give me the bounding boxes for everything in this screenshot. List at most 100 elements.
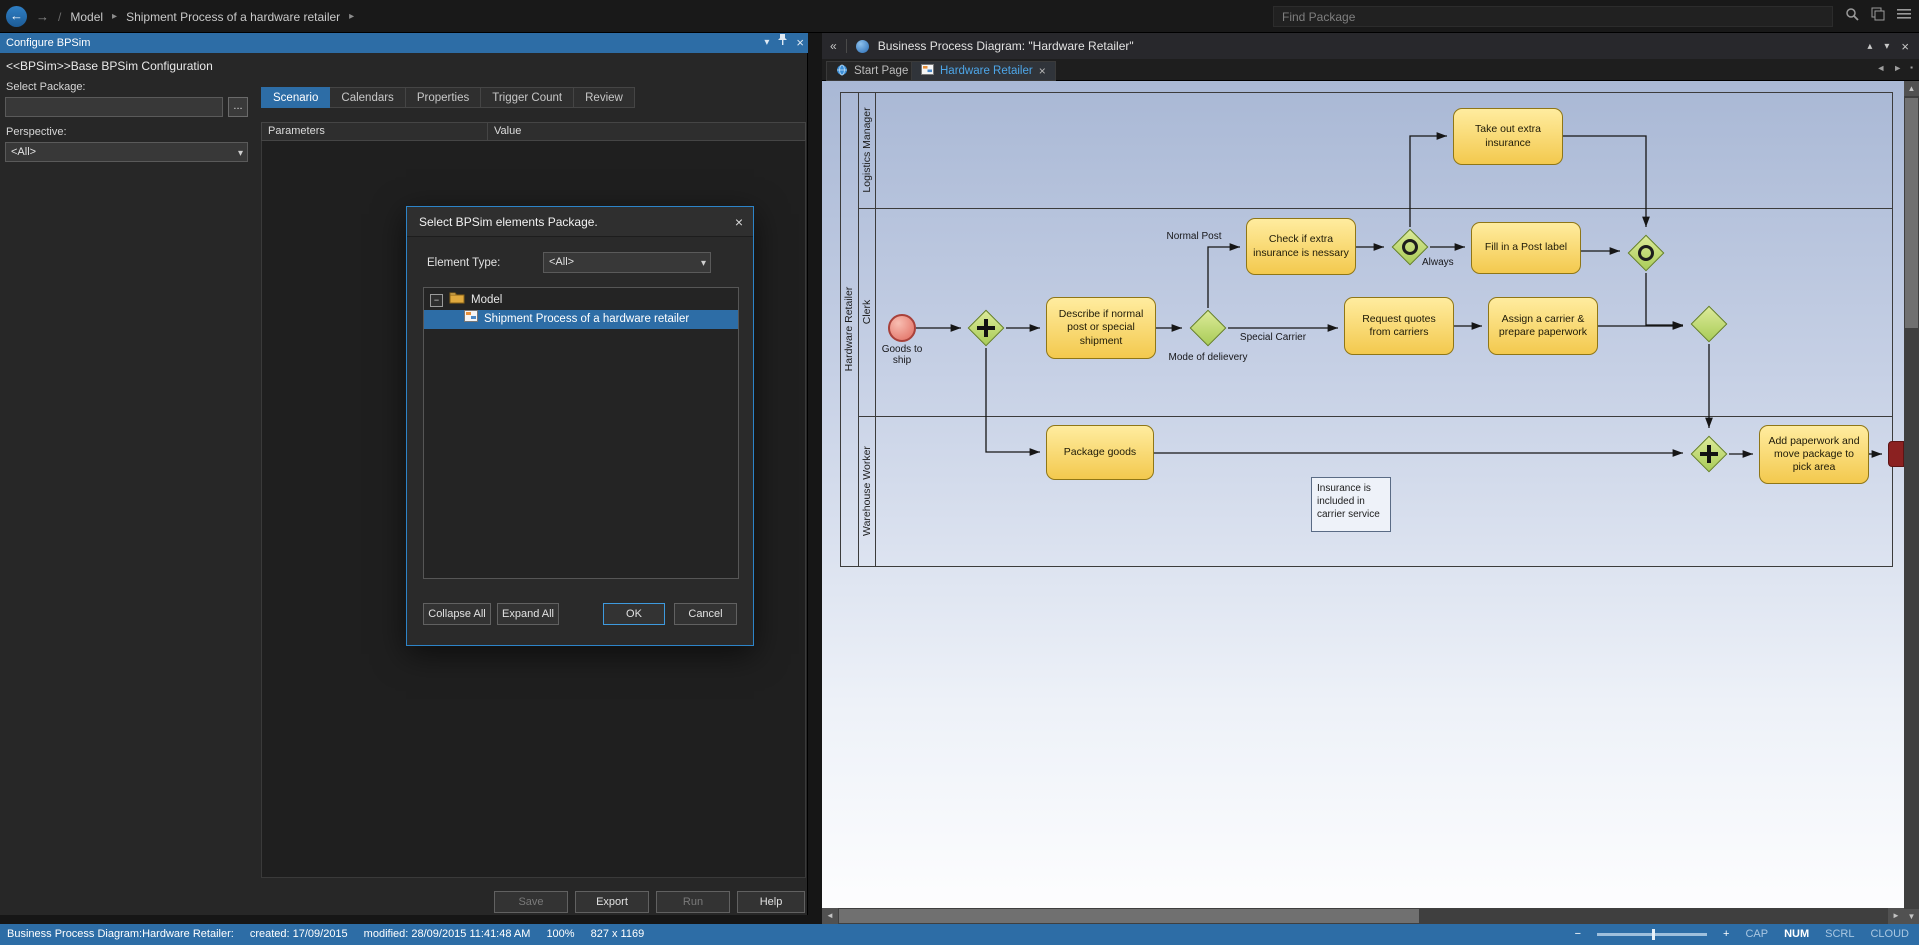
export-button[interactable]: Export — [575, 891, 649, 913]
chevron-up-icon[interactable]: ▴ — [1867, 41, 1872, 52]
toggle-scrl[interactable]: SCRL — [1825, 928, 1854, 940]
tab-close-icon[interactable]: × — [1039, 64, 1046, 78]
task-fill-post-label[interactable]: Fill in a Post label — [1471, 222, 1581, 274]
panel-titlebar[interactable]: Configure BPSim ▾ × — [0, 33, 808, 53]
diagram-tab-strip: Start Page Hardware Retailer × ◄ ► ▪ — [822, 59, 1919, 81]
bpmn-diagram-icon — [856, 40, 869, 53]
dialog-title: Select BPSim elements Package. — [419, 215, 598, 229]
tree-collapse-icon[interactable]: − — [430, 294, 443, 307]
gateway-parallel-join[interactable] — [1689, 434, 1729, 474]
tab-calendars[interactable]: Calendars — [330, 87, 405, 108]
horizontal-scrollbar[interactable]: ◄ ► — [822, 908, 1904, 924]
task-package-goods[interactable]: Package goods — [1046, 425, 1154, 480]
tab-scroll-right-icon[interactable]: ► — [1893, 63, 1902, 73]
diagram-header: « Business Process Diagram: "Hardware Re… — [822, 33, 1919, 59]
panel-collapse-icon[interactable]: « — [830, 39, 837, 53]
application-window: ← → / Model ▸ Shipment Process of a hard… — [0, 0, 1919, 945]
panel-title: Configure BPSim — [6, 37, 90, 49]
statusbar: Business Process Diagram:Hardware Retail… — [0, 924, 1919, 945]
task-check-insurance[interactable]: Check if extra insurance is nessary — [1246, 218, 1356, 275]
status-modified: modified: 28/09/2015 11:41:48 AM — [364, 928, 531, 940]
tab-trigger-count[interactable]: Trigger Count — [481, 87, 574, 108]
package-tree: − Model Shipment Process of a hardware r… — [423, 287, 739, 579]
pin-icon[interactable] — [777, 33, 788, 53]
forward-button[interactable]: → — [36, 9, 49, 24]
gateway-mode-of-delivery[interactable] — [1188, 308, 1228, 348]
tab-list-icon[interactable]: ▪ — [1910, 63, 1913, 73]
close-icon[interactable]: × — [796, 33, 804, 53]
tree-item-shipment-process[interactable]: Shipment Process of a hardware retailer — [424, 310, 738, 329]
pool-label[interactable]: Hardware Retailer — [843, 287, 855, 372]
help-button[interactable]: Help — [737, 891, 805, 913]
scroll-up-icon[interactable]: ▲ — [1904, 81, 1919, 96]
cancel-button[interactable]: Cancel — [674, 603, 737, 625]
menu-icon[interactable] — [1897, 8, 1911, 23]
select-package-label: Select Package: — [6, 81, 86, 93]
column-value[interactable]: Value — [488, 123, 805, 140]
dialog-titlebar[interactable]: Select BPSim elements Package. × — [407, 207, 753, 237]
close-icon[interactable]: × — [1901, 39, 1909, 54]
task-take-out-insurance[interactable]: Take out extra insurance — [1453, 108, 1563, 165]
zoom-out-icon[interactable]: − — [1575, 928, 1581, 940]
diagram-canvas[interactable]: Hardware Retailer Logistics Manager Cler… — [822, 81, 1904, 908]
package-input[interactable] — [5, 97, 223, 117]
element-type-value: <All> — [549, 256, 574, 268]
clipped-element-marker — [1888, 441, 1904, 467]
breadcrumb-item-model[interactable]: Model — [70, 10, 103, 24]
scroll-down-icon[interactable]: ▼ — [1904, 909, 1919, 924]
tab-label: Start Page — [854, 65, 908, 77]
zoom-slider[interactable] — [1597, 933, 1707, 936]
tab-hardware-retailer[interactable]: Hardware Retailer × — [911, 61, 1056, 81]
start-event[interactable] — [888, 314, 916, 342]
note-insurance-included[interactable]: Insurance is included in carrier service — [1311, 477, 1391, 532]
tab-scroll-left-icon[interactable]: ◄ — [1876, 63, 1885, 73]
toggle-num[interactable]: NUM — [1784, 928, 1809, 940]
breadcrumb-item-package[interactable]: Shipment Process of a hardware retailer — [126, 10, 340, 24]
zoom-slider-thumb[interactable] — [1652, 929, 1655, 940]
zoom-in-icon[interactable]: + — [1723, 928, 1729, 940]
run-button[interactable]: Run — [656, 891, 730, 913]
back-button[interactable]: ← — [6, 6, 27, 27]
chevron-down-icon[interactable]: ▾ — [1884, 41, 1889, 52]
tab-start-page[interactable]: Start Page — [826, 61, 918, 81]
gateway-exclusive-merge[interactable] — [1689, 304, 1729, 344]
element-type-select[interactable]: <All> ▾ — [543, 252, 711, 273]
diagram-header-title: Business Process Diagram: "Hardware Reta… — [878, 39, 1134, 53]
scroll-left-icon[interactable]: ◄ — [822, 908, 838, 924]
ok-button[interactable]: OK — [603, 603, 665, 625]
vertical-scrollbar[interactable]: ▲ ▼ — [1904, 81, 1919, 924]
lane-label-warehouse-worker[interactable]: Warehouse Worker — [861, 446, 873, 536]
toggle-cap[interactable]: CAP — [1745, 928, 1768, 940]
tab-review[interactable]: Review — [574, 87, 635, 108]
task-add-paperwork[interactable]: Add paperwork and move package to pick a… — [1759, 425, 1869, 484]
gateway-inclusive-merge[interactable] — [1626, 233, 1666, 273]
gateway-parallel-split[interactable] — [966, 308, 1006, 348]
tab-scenario[interactable]: Scenario — [261, 87, 330, 108]
perspective-select[interactable]: <All> ▾ — [5, 142, 248, 162]
find-package-input[interactable] — [1273, 6, 1833, 27]
lane-label-clerk[interactable]: Clerk — [861, 300, 873, 325]
lane-label-divider — [875, 92, 876, 567]
collapse-all-button[interactable]: Collapse All — [423, 603, 491, 625]
task-assign-carrier[interactable]: Assign a carrier & prepare paperwork — [1488, 297, 1598, 355]
save-button[interactable]: Save — [494, 891, 568, 913]
windows-layout-icon[interactable] — [1871, 7, 1885, 24]
element-type-label: Element Type: — [427, 257, 500, 269]
column-parameters[interactable]: Parameters — [262, 123, 488, 140]
task-describe-shipment[interactable]: Describe if normal post or special shipm… — [1046, 297, 1156, 359]
toggle-cloud[interactable]: CLOUD — [1870, 928, 1909, 940]
parameters-grid-header: Parameters Value — [261, 122, 806, 141]
lane-label-logistics-manager[interactable]: Logistics Manager — [861, 107, 873, 192]
task-request-quotes[interactable]: Request quotes from carriers — [1344, 297, 1454, 355]
panel-menu-chevron-icon[interactable]: ▾ — [764, 33, 769, 53]
expand-all-button[interactable]: Expand All — [497, 603, 559, 625]
scroll-right-icon[interactable]: ► — [1888, 908, 1904, 924]
tree-item-model[interactable]: − Model — [424, 291, 738, 310]
horizontal-scroll-thumb[interactable] — [839, 909, 1419, 923]
browse-button[interactable]: ... — [228, 97, 248, 117]
vertical-scroll-thumb[interactable] — [1905, 98, 1918, 328]
tab-properties[interactable]: Properties — [406, 87, 481, 108]
search-icon[interactable] — [1845, 7, 1859, 24]
status-size: 827 x 1169 — [591, 928, 645, 940]
dialog-close-icon[interactable]: × — [735, 207, 743, 237]
